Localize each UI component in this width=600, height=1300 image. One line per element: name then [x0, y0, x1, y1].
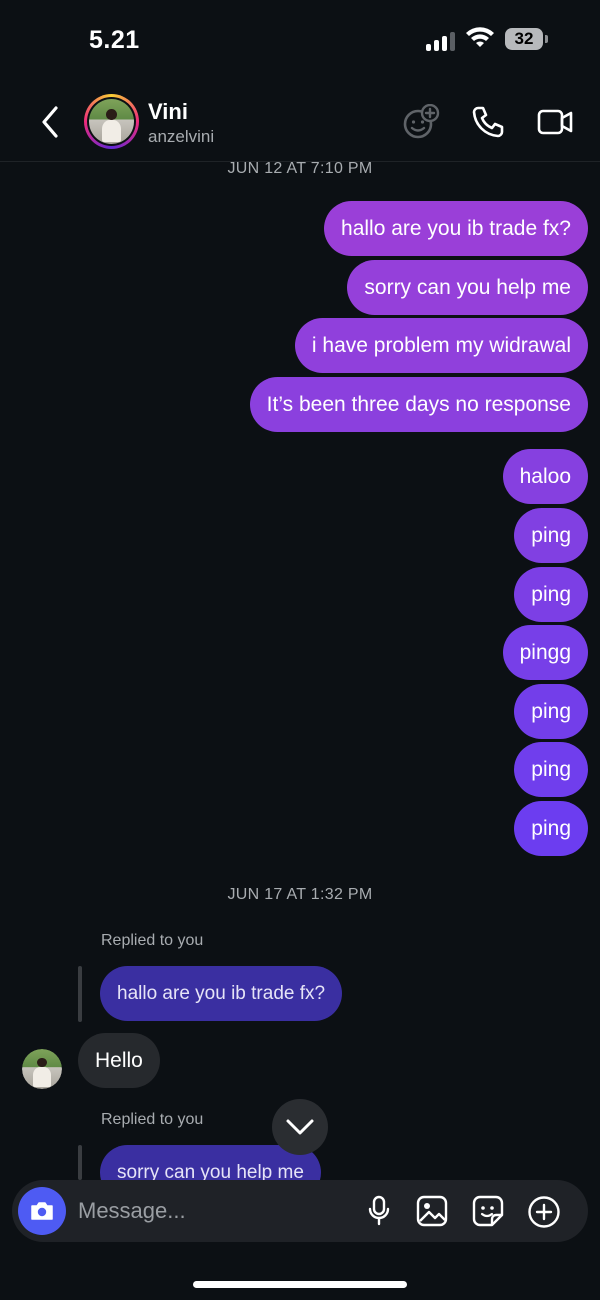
message-input[interactable] — [78, 1180, 348, 1242]
chevron-down-icon — [286, 1119, 314, 1135]
outgoing-message[interactable]: i have problem my widrawal — [294, 318, 588, 373]
contact-handle[interactable]: anzelvini — [148, 127, 214, 147]
add-sticker-icon[interactable] — [402, 104, 440, 140]
incoming-message[interactable]: Hello — [78, 1033, 160, 1088]
quoted-message[interactable]: hallo are you ib trade fx? — [100, 966, 343, 1021]
outgoing-message[interactable]: sorry can you help me — [347, 260, 588, 315]
contact-name[interactable]: Vini — [148, 99, 188, 125]
sticker-icon[interactable] — [472, 1195, 504, 1227]
scroll-to-bottom-button[interactable] — [272, 1099, 328, 1155]
camera-icon — [31, 1202, 53, 1220]
outgoing-message[interactable]: ping — [514, 742, 588, 797]
camera-button[interactable] — [18, 1187, 66, 1235]
date-separator: JUN 12 AT 7:10 PM — [227, 160, 373, 177]
battery-tip — [545, 35, 548, 43]
status-time: 5.21 — [89, 26, 140, 54]
date-separator: JUN 17 AT 1:32 PM — [227, 886, 373, 903]
gallery-icon[interactable] — [416, 1195, 448, 1227]
status-bar: 5.21 32 — [0, 0, 600, 80]
message-composer — [12, 1180, 588, 1242]
microphone-icon[interactable] — [366, 1195, 392, 1227]
outgoing-message[interactable]: ping — [514, 567, 588, 622]
reply-quote-bar — [78, 966, 82, 1022]
avatar[interactable] — [84, 94, 139, 149]
chat-header: Vini anzelvini — [0, 82, 600, 162]
phone-icon[interactable] — [470, 104, 506, 140]
outgoing-message[interactable]: ping — [514, 508, 588, 563]
home-indicator — [193, 1281, 407, 1288]
plus-icon[interactable] — [527, 1195, 561, 1229]
sender-avatar[interactable] — [22, 1049, 62, 1089]
outgoing-message[interactable]: pingg — [502, 625, 588, 680]
outgoing-message[interactable]: ping — [514, 801, 588, 856]
video-camera-icon[interactable] — [536, 104, 574, 140]
chevron-left-icon[interactable] — [36, 104, 64, 140]
outgoing-message[interactable]: ping — [514, 684, 588, 739]
outgoing-message[interactable]: It’s been three days no response — [249, 377, 588, 432]
reply-label: Replied to you — [101, 1111, 204, 1128]
outgoing-message[interactable]: hallo are you ib trade fx? — [324, 201, 588, 256]
cellular-signal-icon — [426, 31, 458, 51]
outgoing-message[interactable]: haloo — [502, 449, 588, 504]
reply-label: Replied to you — [101, 932, 204, 949]
battery-indicator: 32 — [505, 28, 543, 50]
wifi-icon — [466, 27, 494, 47]
